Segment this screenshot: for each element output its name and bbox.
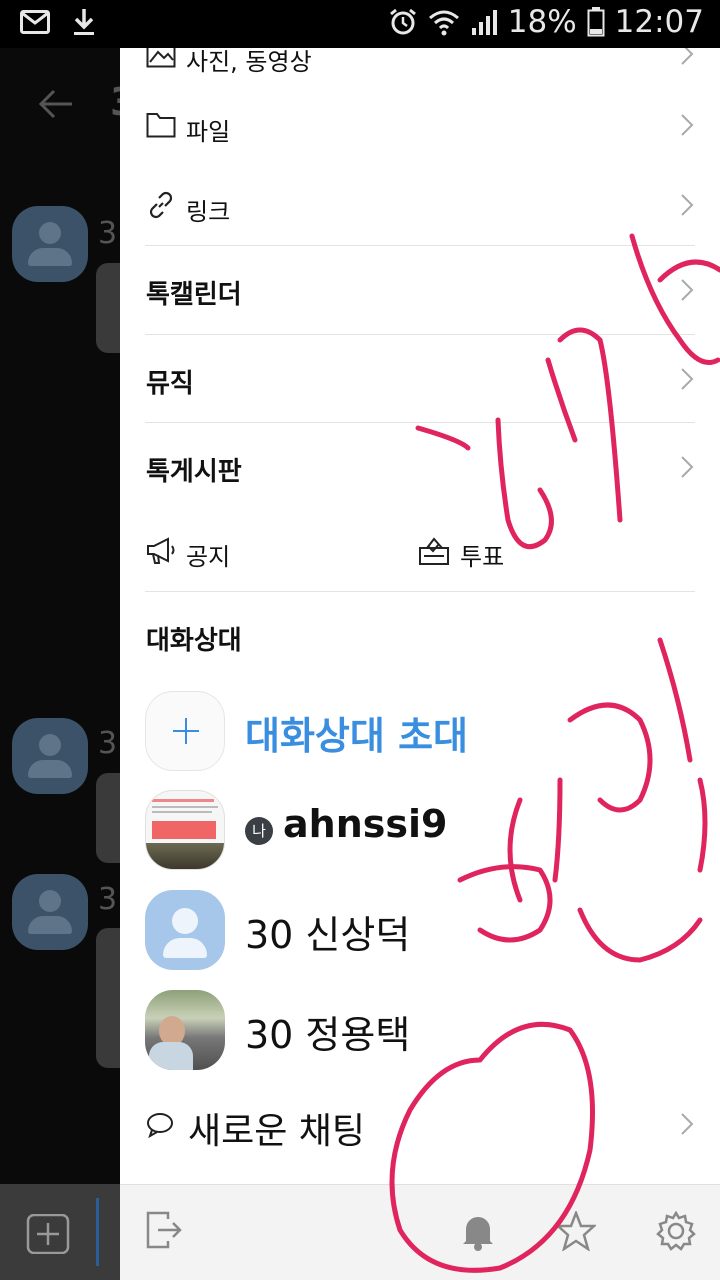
signal-icon [470, 8, 498, 36]
battery-icon [587, 7, 605, 37]
chevron-right-icon [680, 367, 694, 395]
new-chat-label: 새로운 채팅 [188, 1111, 366, 1152]
me-badge: 나 [245, 817, 273, 845]
chevron-right-icon [680, 193, 694, 221]
sender-name-fragment: 3 [98, 216, 118, 251]
avatar [145, 790, 225, 870]
sender-name-fragment: 3 [98, 726, 118, 761]
notice-label: 공지 [186, 543, 231, 571]
vote-button[interactable]: 투표 [418, 534, 618, 571]
battery-level: 18% [507, 4, 577, 40]
notice-vote-row: 공지 투표 [120, 516, 720, 586]
avatar [12, 874, 88, 950]
chevron-right-icon [680, 48, 694, 70]
drawer-item-label: 파일 [186, 118, 231, 146]
divider [145, 591, 695, 592]
chevron-right-icon [680, 278, 694, 306]
notification-bell-icon[interactable] [460, 1211, 496, 1255]
new-chat-button[interactable]: 새로운 채팅 [120, 1088, 720, 1160]
avatar [145, 990, 225, 1070]
member-item-me[interactable]: 나 ahnssi9 [145, 790, 705, 870]
chevron-right-icon [680, 455, 694, 483]
vote-label: 투표 [460, 543, 505, 571]
avatar [12, 718, 88, 794]
drawer-item-files[interactable]: 파일 [120, 90, 720, 160]
clock: 12:07 [614, 4, 704, 40]
chat-input-bar [0, 1184, 120, 1280]
download-icon [72, 8, 96, 36]
drawer-item-photos[interactable]: 사진, 동영상 [120, 48, 720, 76]
drawer-bottom-bar [120, 1184, 720, 1280]
avatar [12, 206, 88, 282]
favorite-star-icon[interactable] [554, 1209, 598, 1255]
member-name: 30 정용택 [245, 1013, 411, 1057]
invite-label: 대화상대 초대 [245, 714, 468, 758]
drawer-item-music[interactable]: 뮤직 [120, 335, 720, 423]
add-attachment-button[interactable] [26, 1213, 70, 1258]
drawer-item-label: 톡게시판 [146, 457, 242, 487]
member-item[interactable]: 30 신상덕 [145, 890, 705, 970]
plus-icon [145, 691, 225, 771]
drawer-item-label: 톡캘린더 [146, 280, 242, 310]
settings-gear-icon[interactable] [656, 1210, 696, 1255]
status-bar: 18% 12:07 [0, 0, 720, 48]
member-item[interactable]: 30 정용택 [145, 990, 705, 1070]
member-name: 30 신상덕 [245, 913, 411, 957]
mail-icon [20, 10, 50, 34]
link-icon [146, 190, 176, 224]
speech-bubble-icon [146, 1112, 174, 1142]
notice-button[interactable]: 공지 [146, 534, 346, 571]
sender-name-fragment: 3 [98, 882, 118, 917]
avatar [145, 890, 225, 970]
member-name: ahnssi9 [283, 802, 448, 846]
back-arrow-icon[interactable] [38, 88, 74, 124]
drawer-item-talk-board[interactable]: 톡게시판 [120, 423, 720, 511]
folder-icon [146, 110, 176, 142]
text-cursor [96, 1198, 99, 1266]
invite-member-button[interactable]: 대화상대 초대 [145, 691, 705, 771]
drawer-item-links[interactable]: 링크 [120, 170, 720, 240]
ballot-icon [418, 534, 450, 570]
chevron-right-icon [680, 1112, 694, 1140]
drawer-item-label: 뮤직 [146, 369, 194, 399]
megaphone-icon [146, 536, 178, 570]
image-icon [146, 48, 176, 72]
wifi-icon [428, 8, 460, 36]
drawer-item-label: 사진, 동영상 [186, 48, 312, 76]
drawer-item-talk-calendar[interactable]: 톡캘린더 [120, 246, 720, 334]
drawer-item-label: 링크 [186, 198, 231, 226]
chatroom-drawer: 사진, 동영상 파일 링크 톡캘린더 뮤직 톡게시판 공지 투표 대화상대 대화… [120, 48, 720, 1280]
leave-chat-icon[interactable] [146, 1211, 182, 1253]
chevron-right-icon [680, 113, 694, 141]
members-section-title: 대화상대 [146, 626, 242, 656]
alarm-icon [388, 7, 418, 37]
